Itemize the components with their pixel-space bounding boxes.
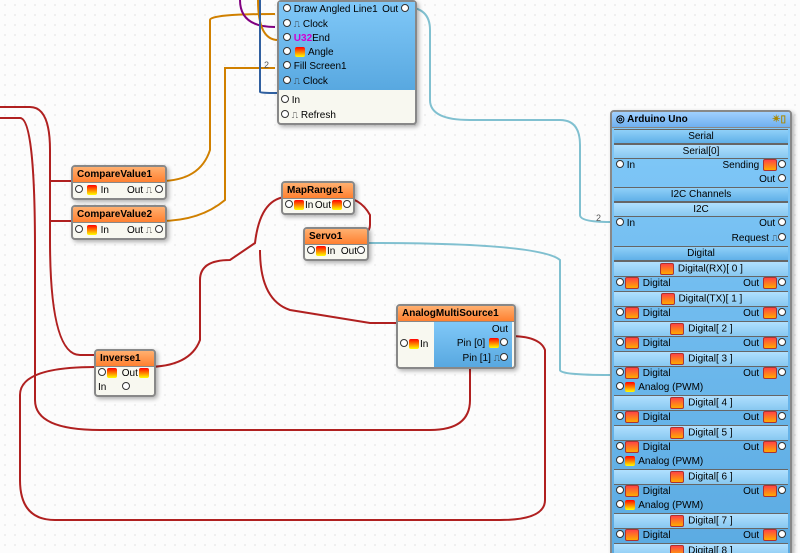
out: Out: [127, 225, 143, 236]
serial0: Serial[0]: [683, 146, 720, 157]
in: In: [98, 382, 106, 393]
out: Out: [122, 368, 138, 379]
d8: Digital[ 8 ]: [688, 546, 732, 553]
out: Out: [341, 246, 357, 257]
node-servo[interactable]: Servo1 In Out: [303, 227, 369, 261]
d7: Digital[ 7 ]: [688, 516, 732, 527]
title: Arduino Uno: [627, 114, 688, 125]
lbl: Fill Screen1: [294, 61, 347, 72]
refresh-label: Refresh: [301, 110, 336, 121]
in: In: [101, 225, 109, 236]
ol: Out: [743, 338, 759, 349]
dl: Digital: [643, 442, 671, 453]
in-label: In: [292, 95, 300, 106]
in: In: [627, 160, 635, 171]
out: Out: [759, 174, 775, 185]
i2c-out: Out: [759, 218, 775, 229]
dl: Digital: [643, 338, 671, 349]
lbl: Clock: [303, 76, 328, 87]
node-map-range[interactable]: MapRange1 InOut: [281, 181, 355, 215]
node-inverse[interactable]: Inverse1 In Out: [94, 349, 156, 397]
in: In: [101, 185, 109, 196]
node-graphics[interactable]: Draw Angled Line1Out Clock U32End Angle …: [277, 0, 417, 125]
dl: Digital: [643, 530, 671, 541]
node-arduino-uno[interactable]: ◎ Arduino Uno✴▯ Serial Serial[0] InSendi…: [610, 110, 792, 553]
dl: Digital: [643, 278, 671, 289]
apwm: Analog (PWM): [638, 382, 703, 393]
dl: Digital: [643, 308, 671, 319]
gear-icon[interactable]: ✴▯: [772, 114, 786, 125]
title: CompareValue2: [77, 209, 152, 220]
out: Out: [492, 324, 508, 335]
d5: Digital[ 5 ]: [688, 428, 732, 439]
d1: Digital(TX)[ 1 ]: [678, 294, 742, 305]
ol: Out: [743, 442, 759, 453]
d4: Digital[ 4 ]: [688, 398, 732, 409]
title: Inverse1: [100, 353, 141, 364]
sending: Sending: [723, 160, 760, 171]
request: Request: [732, 233, 769, 244]
apwm6: Analog (PWM): [638, 500, 703, 511]
out: Out: [315, 200, 331, 211]
dl: Digital: [643, 368, 671, 379]
in: In: [327, 246, 335, 257]
ol: Out: [743, 530, 759, 541]
dl: Digital: [643, 486, 671, 497]
pin0: Pin [0]: [457, 338, 485, 349]
d6: Digital[ 6 ]: [688, 472, 732, 483]
d2: Digital[ 2 ]: [688, 324, 732, 335]
ol: Out: [743, 308, 759, 319]
node-analog-multi-source[interactable]: AnalogMultiSource1 In Out Pin [0] Pin [1…: [396, 304, 516, 369]
wire-label-2: 2: [264, 60, 269, 70]
ol: Out: [743, 368, 759, 379]
d3: Digital[ 3 ]: [688, 354, 732, 365]
out: Out: [127, 185, 143, 196]
node-compare-value-1[interactable]: CompareValue1 In Out: [71, 165, 167, 200]
lbl: End: [312, 33, 330, 44]
apwm5: Analog (PWM): [638, 456, 703, 467]
title: CompareValue1: [77, 169, 152, 180]
ol: Out: [743, 486, 759, 497]
diagram-canvas[interactable]: 2 2 Draw Angled Line1Out Clock U32End An…: [0, 0, 800, 553]
wire-label-2b: 2: [596, 213, 601, 223]
ol: Out: [743, 278, 759, 289]
i2c-in: In: [627, 218, 635, 229]
out-label: Out: [382, 4, 398, 15]
dl: Digital: [643, 412, 671, 423]
lbl: Clock: [303, 19, 328, 30]
title: AnalogMultiSource1: [402, 308, 499, 319]
d0: Digital(RX)[ 0 ]: [678, 264, 743, 275]
i2c: I2C: [693, 204, 709, 215]
section-i2c: I2C Channels: [614, 187, 788, 202]
section-serial: Serial: [614, 129, 788, 144]
lbl: Draw Angled Line1: [294, 4, 378, 15]
pin1: Pin [1]: [463, 353, 491, 364]
title: MapRange1: [287, 185, 343, 196]
lbl: Angle: [308, 47, 334, 58]
title: Servo1: [309, 231, 342, 242]
section-digital: Digital: [614, 246, 788, 261]
in: In: [420, 339, 428, 350]
in: In: [305, 200, 313, 211]
node-compare-value-2[interactable]: CompareValue2 In Out: [71, 205, 167, 240]
ol: Out: [743, 412, 759, 423]
